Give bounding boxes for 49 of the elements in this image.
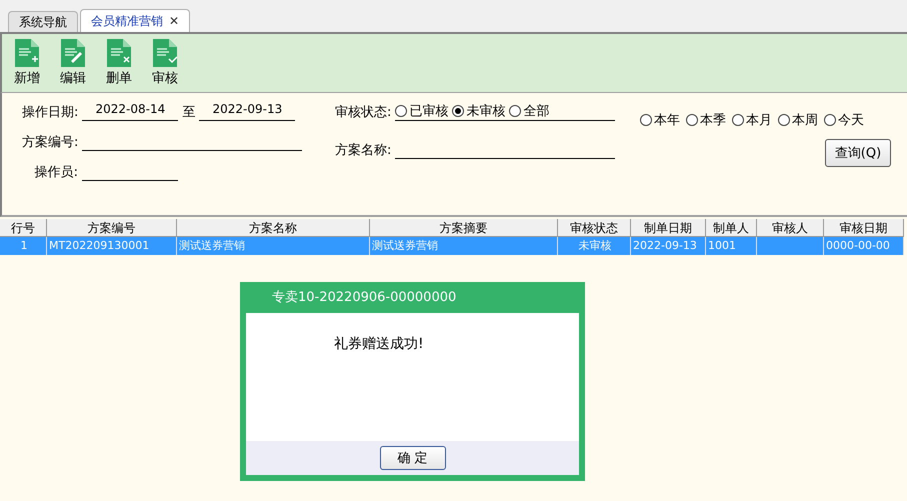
date-from-field[interactable]: 2022-08-14 [82,102,178,121]
toolbar-button[interactable]: 编辑 [60,39,86,87]
table-cell [757,237,824,255]
radio-option[interactable]: 未审核 [452,102,506,120]
query-button[interactable]: 查询(Q) [825,139,891,167]
table-cell: 1001 [706,237,757,255]
document-icon [153,39,177,67]
table-cell: MT202209130001 [47,237,177,255]
table-cell: 测试送券营销 [370,237,558,255]
date-separator: 至 [182,104,196,121]
column-header[interactable]: 方案编号 [47,219,177,237]
radio-option[interactable]: 已审核 [395,102,448,120]
radio-option[interactable]: 本季 [686,111,726,129]
column-header[interactable]: 方案摘要 [370,219,558,237]
table-cell: 2022-09-13 [631,237,706,255]
operator-label: 操作员: [34,164,78,181]
document-icon [107,39,131,67]
toolbar-button[interactable]: 删单 [106,39,132,87]
date-to-field[interactable]: 2022-09-13 [199,102,296,121]
tab[interactable]: 系统导航 [8,11,78,32]
plan-name-label: 方案名称: [335,142,392,159]
document-icon [15,39,39,67]
column-header[interactable]: 审核状态 [558,219,631,237]
date-label: 操作日期: [22,104,78,121]
radio-option[interactable]: 本年 [640,111,680,129]
column-header[interactable]: 制单日期 [631,219,706,237]
column-header[interactable]: 审核日期 [824,219,904,237]
dialog-message: 礼券赠送成功! [246,313,579,441]
ok-button[interactable]: 确 定 [380,446,446,470]
radio-option[interactable]: 今天 [824,111,864,129]
radio-option[interactable]: 全部 [509,102,550,120]
status-label: 审核状态: [335,104,392,121]
tab[interactable]: 会员精准营销 ✕ [80,9,190,32]
table-cell: 0000-00-00 [824,237,904,255]
column-header[interactable]: 方案名称 [177,219,370,237]
radio-option[interactable]: 本月 [732,111,772,129]
document-icon [61,39,85,67]
radio-option[interactable]: 本周 [778,111,818,129]
toolbar-button[interactable]: 审核 [152,39,178,87]
column-header[interactable]: 行号 [0,219,47,237]
column-header[interactable]: 审核人 [757,219,824,237]
table-cell: 测试送券营销 [177,237,370,255]
column-header[interactable]: 制单人 [706,219,757,237]
close-icon[interactable]: ✕ [169,14,180,28]
table-cell: 未审核 [558,237,631,255]
table-cell: 1 [0,237,47,255]
dialog-title: 专卖10-20220906-00000000 [271,289,458,307]
plan-number-label: 方案编号: [22,134,78,151]
toolbar-button[interactable]: 新增 [14,39,40,87]
